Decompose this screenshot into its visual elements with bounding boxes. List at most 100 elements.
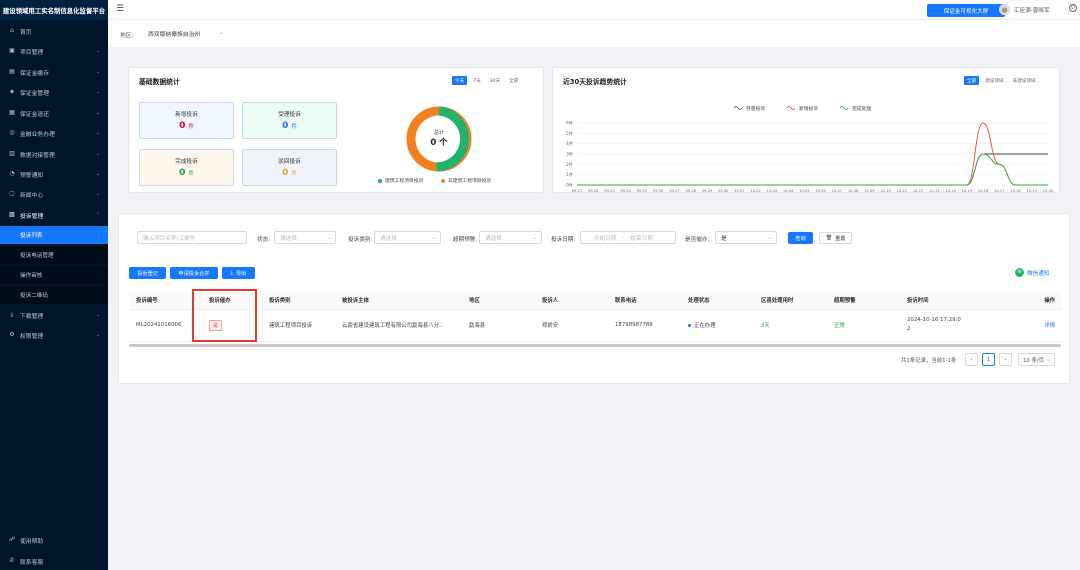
download-icon: ⤓ (230, 269, 233, 276)
sidebar-item-manage[interactable]: ◈ 保证金管理 ⌄ (0, 83, 108, 101)
sidebar-item-service[interactable]: ✆ 联系客服 (0, 552, 108, 570)
tab-2[interactable]: 30天 (487, 76, 503, 85)
sidebar-subitem[interactable]: 投诉列表 (0, 226, 108, 244)
date-range-input[interactable]: 开始日期 - 结束日期 (580, 231, 676, 244)
warning-select[interactable]: 请选择 ⌄ (479, 231, 542, 244)
avatar[interactable]: ● (999, 4, 1010, 15)
x-tick-label: 10-11 (897, 189, 907, 193)
need-urge-select[interactable]: 是 ⌄ (715, 231, 777, 244)
detail-link[interactable]: 详情 (1044, 323, 1055, 329)
chevron-icon: ⌄ (95, 130, 100, 136)
table-header-cell: 被投诉主体 (335, 291, 462, 310)
stat-box: 完成投诉 0 件 (139, 149, 234, 186)
table-row[interactable]: ML20241016006 是建筑工程项目投诉 云南省建设建筑工程有限公司勐海县八分… (129, 309, 1061, 342)
keyword-input[interactable]: 输入项目名称/工单号 (137, 231, 247, 244)
app-title: 建设领域用工实名制信息化监督平台 (0, 0, 108, 20)
wechat-notify[interactable]: ✉ 微信通知 (1015, 268, 1049, 277)
sidebar-item-label: 保证金退还 (20, 111, 49, 118)
y-tick-label: 0件 (566, 182, 573, 189)
page-size-value: 10 条/页 (1023, 357, 1045, 364)
sidebar-item-download[interactable]: ⤓ 下载管理 ⌄ (0, 306, 108, 324)
x-tick-label: 09-29 (702, 189, 713, 193)
stat-label: 完成投诉 (175, 159, 198, 165)
tab-3[interactable]: 全部 (506, 76, 521, 85)
sidebar-subitem[interactable]: 投诉二维码 (0, 286, 108, 304)
search-button[interactable]: 查询 (788, 232, 813, 244)
x-tick-label: 10-06 (815, 189, 826, 193)
sidebar-item-label: 权限管理 (20, 333, 44, 340)
region-value: 西双版纳傣族自治州 (148, 31, 201, 38)
logout-icon[interactable]: ⏻ (1069, 4, 1077, 12)
sidebar-item-permission[interactable]: ⚙ 权限管理 ⌄ (0, 326, 108, 344)
chevron-icon: ⌄ (95, 69, 100, 75)
menu-toggle-icon[interactable]: ☰ (116, 4, 124, 14)
chevron-down-icon: ⌄ (532, 234, 537, 241)
sidebar-subitem[interactable]: 投诉电话管理 (0, 246, 108, 264)
sidebar-item-finance[interactable]: ◎ 金融业务办理 ⌄ (0, 124, 108, 142)
chevron-down-icon: ⌄ (431, 234, 436, 241)
tab-1[interactable]: 7天 (470, 76, 484, 85)
wechat-label: 微信通知 (1027, 270, 1050, 277)
wechat-icon: ✉ (1015, 268, 1024, 277)
sidebar-item-news[interactable]: ▢ 新闻中心 ⌄ (0, 185, 108, 203)
sidebar-item-help[interactable]: ☍ 使用帮助 (0, 531, 108, 549)
stat-unit: 件 (291, 124, 297, 130)
legend-label: 非建筑工程项目投诉 (448, 179, 492, 184)
reset-button[interactable]: 🗑 重置 (819, 232, 852, 244)
pie-legend-building: 建筑工程项目投诉 (378, 177, 423, 184)
table-horizontal-scrollbar[interactable] (129, 344, 1061, 347)
x-tick-label: 10-18 (1010, 189, 1021, 193)
sidebar-item-bell[interactable]: ◔ 预警通知 ⌄ (0, 165, 108, 183)
stat-unit: 件 (188, 171, 194, 177)
x-tick-label: 09-30 (718, 189, 729, 193)
region-select[interactable]: 西双版纳傣族自治州 ⌄ (146, 26, 224, 40)
trend-card: 近30天投诉趋势统计 全部 建设领域 非建设领域 存量投诉 新增投诉 完成处理 0件 1件 2… (552, 67, 1060, 193)
pagination-prev-button[interactable]: ‹ (965, 353, 978, 366)
sidebar-item-project[interactable]: ▣ 项目管理 ⌄ (0, 42, 108, 60)
stat-unit: 件 (188, 124, 194, 130)
sidebar-item-home[interactable]: ⌂ 首页 (0, 22, 108, 40)
sidebar: 建设领域用工实名制信息化监督平台 ⌂ 首页 ▣ 项目管理 ⌄ ▤ 保证金缴存 ⌄ ◈ 保证金管理 ⌄… (0, 0, 108, 570)
legend-label: 完成处理 (852, 105, 871, 112)
user-name[interactable]: 汇臣源-曾晓军 (1014, 6, 1050, 14)
time-line-2: 2 (907, 326, 911, 332)
chevron-icon: ⌄ (95, 312, 100, 318)
download-icon: ⤓ (10, 311, 14, 318)
tab-0[interactable]: 今天 (452, 76, 468, 85)
sidebar-item-label: 数据对接管理 (20, 152, 55, 159)
reset-label: 重置 (835, 235, 846, 242)
manage-icon: ◈ (9, 88, 15, 95)
chevron-icon: ⌄ (95, 191, 100, 197)
table-header-cell: 投诉人 (535, 291, 608, 310)
x-tick-label: 10-16 (978, 189, 989, 193)
stats-card-title: 基础数据统计 (139, 78, 180, 86)
status-select[interactable]: 请选择 ⌄ (274, 231, 336, 244)
x-tick-label: 10-17 (994, 189, 1004, 193)
apply-merge-button[interactable]: 申请投诉合并 (170, 267, 218, 279)
x-tick-label: 09-26 (653, 189, 664, 193)
table-header-cell: 操作 (973, 291, 1061, 310)
pagination-page-1[interactable]: 1 (982, 353, 995, 366)
deposit-icon: ▤ (9, 68, 15, 75)
cell-status: 正在办理 (681, 309, 754, 342)
pagination-next-button[interactable]: › (999, 353, 1012, 366)
export-button[interactable]: ⤓ 导出 (222, 267, 255, 279)
type-select[interactable]: 请选择 ⌄ (374, 231, 441, 244)
sidebar-subitem[interactable]: 操作审核 (0, 266, 108, 284)
sidebar-item-label: 首页 (20, 29, 32, 36)
sidebar-item-data[interactable]: ▥ 数据对接管理 ⌄ (0, 145, 108, 163)
stats-donut: 总计 0 个 (406, 106, 472, 172)
cell-action: 详情 (973, 309, 1061, 342)
x-tick-label: 09-25 (637, 189, 647, 193)
sidebar-item-deposit[interactable]: ▤ 保证金缴存 ⌄ (0, 63, 108, 81)
legend-dot (378, 178, 382, 183)
register-button[interactable]: 投诉登记 (129, 267, 166, 279)
chevron-icon: ⌄ (95, 332, 100, 338)
page-size-select[interactable]: 10 条/页 ⌄ (1018, 353, 1055, 366)
sidebar-item-complaint[interactable]: ▧ 投诉管理 ⌃ (0, 206, 108, 224)
export-label: 导出 (235, 270, 247, 277)
type-placeholder: 请选择 (380, 235, 397, 242)
table-header-cell: 超期预警 (827, 291, 900, 310)
big-screen-button[interactable]: 保证金可视化大屏 (927, 4, 1005, 17)
sidebar-item-refund[interactable]: ▦ 保证金退还 ⌄ (0, 104, 108, 122)
